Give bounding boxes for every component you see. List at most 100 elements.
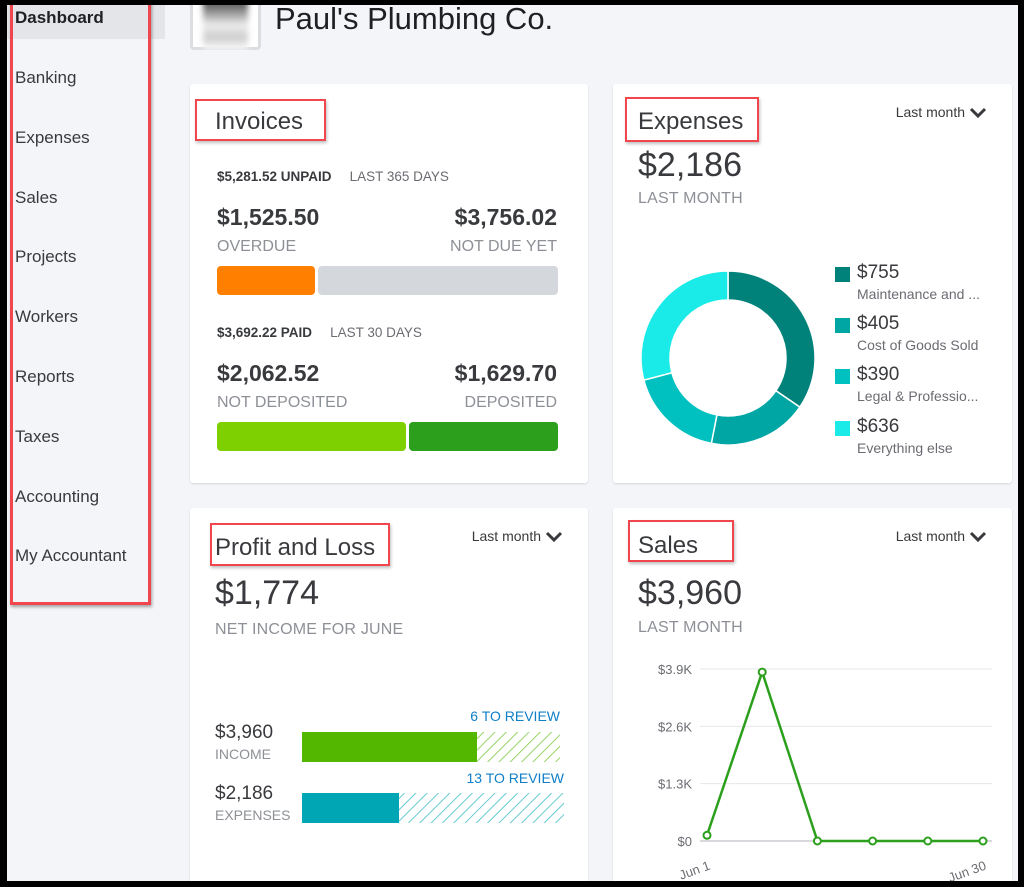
profit-loss-card: Profit and Loss Last month $1,774 NET IN…	[190, 508, 588, 881]
legend-label: Cost of Goods Sold	[857, 337, 979, 353]
data-point[interactable]	[923, 836, 933, 846]
sidebar-item-banking[interactable]: Banking	[7, 57, 165, 99]
unpaid-period: LAST 365 DAYS	[349, 169, 449, 184]
y-tick-label: $3.9K	[658, 662, 692, 677]
not-deposited-label: NOT DEPOSITED	[217, 394, 348, 411]
paid-progress-bar	[217, 422, 558, 451]
app-window: Dashboard Banking Expenses Sales Project…	[7, 5, 1018, 881]
expenses-total: $2,186	[638, 146, 742, 184]
sales-period-dropdown[interactable]: Last month	[896, 528, 987, 544]
sidebar-item-expenses[interactable]: Expenses	[7, 117, 165, 159]
invoices-title[interactable]: Invoices	[215, 108, 303, 136]
legend-label: Legal & Professio...	[857, 388, 979, 404]
sidebar-item-my-accountant[interactable]: My Accountant	[7, 535, 165, 577]
sidebar-item-workers[interactable]: Workers	[7, 296, 165, 338]
y-tick-label: $0	[678, 834, 692, 849]
paid-period: LAST 30 DAYS	[330, 325, 422, 340]
unpaid-total: $5,281.52 UNPAID	[217, 169, 332, 184]
sidebar-item-label: Workers	[15, 307, 78, 326]
profit-loss-title[interactable]: Profit and Loss	[215, 534, 375, 562]
sidebar-item-projects[interactable]: Projects	[7, 236, 165, 278]
sidebar-item-label: Sales	[15, 188, 58, 207]
overdue-bar-segment[interactable]	[217, 266, 315, 295]
unpaid-summary: $5,281.52 UNPAID LAST 365 DAYS	[217, 168, 449, 186]
sidebar-item-taxes[interactable]: Taxes	[7, 416, 165, 458]
deposited-label: DEPOSITED	[464, 394, 557, 411]
net-income-amount: $1,774	[215, 574, 319, 612]
not-deposited-amount: $2,062.52	[217, 360, 320, 386]
data-point[interactable]	[978, 836, 988, 846]
sidebar-item-reports[interactable]: Reports	[7, 356, 165, 398]
sales-series-line	[705, 668, 983, 843]
sales-card: Sales Last month $3,960 LAST MONTH $0 $1.…	[613, 508, 1012, 881]
expenses-review-link[interactable]: 13 TO REVIEW	[466, 770, 564, 786]
sidebar-item-label: Taxes	[15, 427, 60, 446]
expenses-total-label: LAST MONTH	[638, 190, 743, 207]
expenses-title[interactable]: Expenses	[638, 108, 743, 136]
y-tick-label: $2.6K	[658, 719, 692, 734]
not-due-amount: $3,756.02	[454, 204, 557, 230]
expenses-card: Expenses Last month $2,186 LAST MONTH $7…	[613, 84, 1012, 483]
donut-slice[interactable]	[642, 371, 718, 445]
not-due-bar-segment[interactable]	[318, 266, 558, 295]
legend-value: $390	[857, 364, 900, 385]
sidebar-item-label: My Accountant	[15, 546, 127, 565]
income-bar[interactable]	[302, 732, 560, 762]
data-point[interactable]	[868, 836, 878, 846]
y-tick-label: $1.3K	[658, 777, 692, 792]
sidebar-item-sales[interactable]: Sales	[7, 177, 165, 219]
donut-slice[interactable]	[727, 270, 816, 409]
paid-summary: $3,692.22 PAID LAST 30 DAYS	[217, 324, 422, 342]
reviewed-segment[interactable]	[302, 793, 399, 823]
period-label: Last month	[471, 528, 541, 544]
sidebar-item-label: Banking	[15, 68, 77, 87]
pending-review-segment[interactable]	[477, 732, 560, 762]
income-amount: $3,960	[215, 722, 274, 743]
legend-value: $755	[857, 262, 900, 283]
not-deposited-bar-segment[interactable]	[217, 422, 406, 451]
legend-label: Everything else	[857, 440, 953, 456]
profit-loss-period-dropdown[interactable]: Last month	[472, 528, 563, 544]
chevron-down-icon	[969, 107, 987, 118]
sidebar-item-accounting[interactable]: Accounting	[7, 476, 165, 518]
overdue-amount: $1,525.50	[217, 204, 320, 230]
sidebar-nav: Dashboard Banking Expenses Sales Project…	[7, 5, 165, 881]
reviewed-segment[interactable]	[302, 732, 477, 762]
sidebar-item-label: Dashboard	[15, 8, 104, 27]
data-point[interactable]	[812, 836, 822, 846]
sales-title[interactable]: Sales	[638, 532, 698, 560]
data-point[interactable]	[702, 830, 712, 840]
deposited-bar-segment[interactable]	[409, 422, 558, 451]
expenses-donut-chart	[640, 270, 816, 446]
pending-review-segment[interactable]	[399, 793, 564, 823]
chevron-down-icon	[545, 531, 563, 542]
sidebar-item-label: Reports	[15, 367, 75, 386]
overdue-label: OVERDUE	[217, 238, 297, 255]
company-logo[interactable]	[190, 5, 261, 50]
expenses-bar[interactable]	[302, 793, 564, 823]
donut-slice[interactable]	[710, 389, 801, 446]
unpaid-progress-bar	[217, 266, 558, 295]
pl-expenses-amount: $2,186	[215, 783, 274, 804]
legend-swatch	[835, 318, 850, 333]
invoices-card: Invoices $5,281.52 UNPAID LAST 365 DAYS $…	[190, 84, 588, 483]
sidebar-item-dashboard[interactable]: Dashboard	[7, 5, 165, 39]
x-tick-label: Jun 1	[677, 858, 712, 881]
legend-value: $636	[857, 416, 900, 437]
logo-image	[203, 5, 248, 50]
company-name: Paul's Plumbing Co.	[275, 5, 554, 36]
income-review-link[interactable]: 6 TO REVIEW	[470, 708, 560, 724]
sales-total: $3,960	[638, 574, 742, 612]
data-point[interactable]	[757, 667, 767, 677]
legend-swatch	[835, 369, 850, 384]
not-due-label: NOT DUE YET	[450, 238, 557, 255]
sales-line-chart: $0 $1.3K $2.6K $3.9K Jun 1 Jun 30	[658, 662, 992, 881]
x-tick-label: Jun 30	[946, 858, 988, 881]
donut-slice[interactable]	[640, 270, 729, 382]
expenses-period-dropdown[interactable]: Last month	[896, 104, 987, 120]
sales-total-label: LAST MONTH	[638, 619, 743, 636]
net-income-label: NET INCOME FOR JUNE	[215, 621, 404, 638]
chevron-down-icon	[969, 531, 987, 542]
paid-total: $3,692.22 PAID	[217, 325, 313, 340]
legend-swatch	[835, 421, 850, 436]
